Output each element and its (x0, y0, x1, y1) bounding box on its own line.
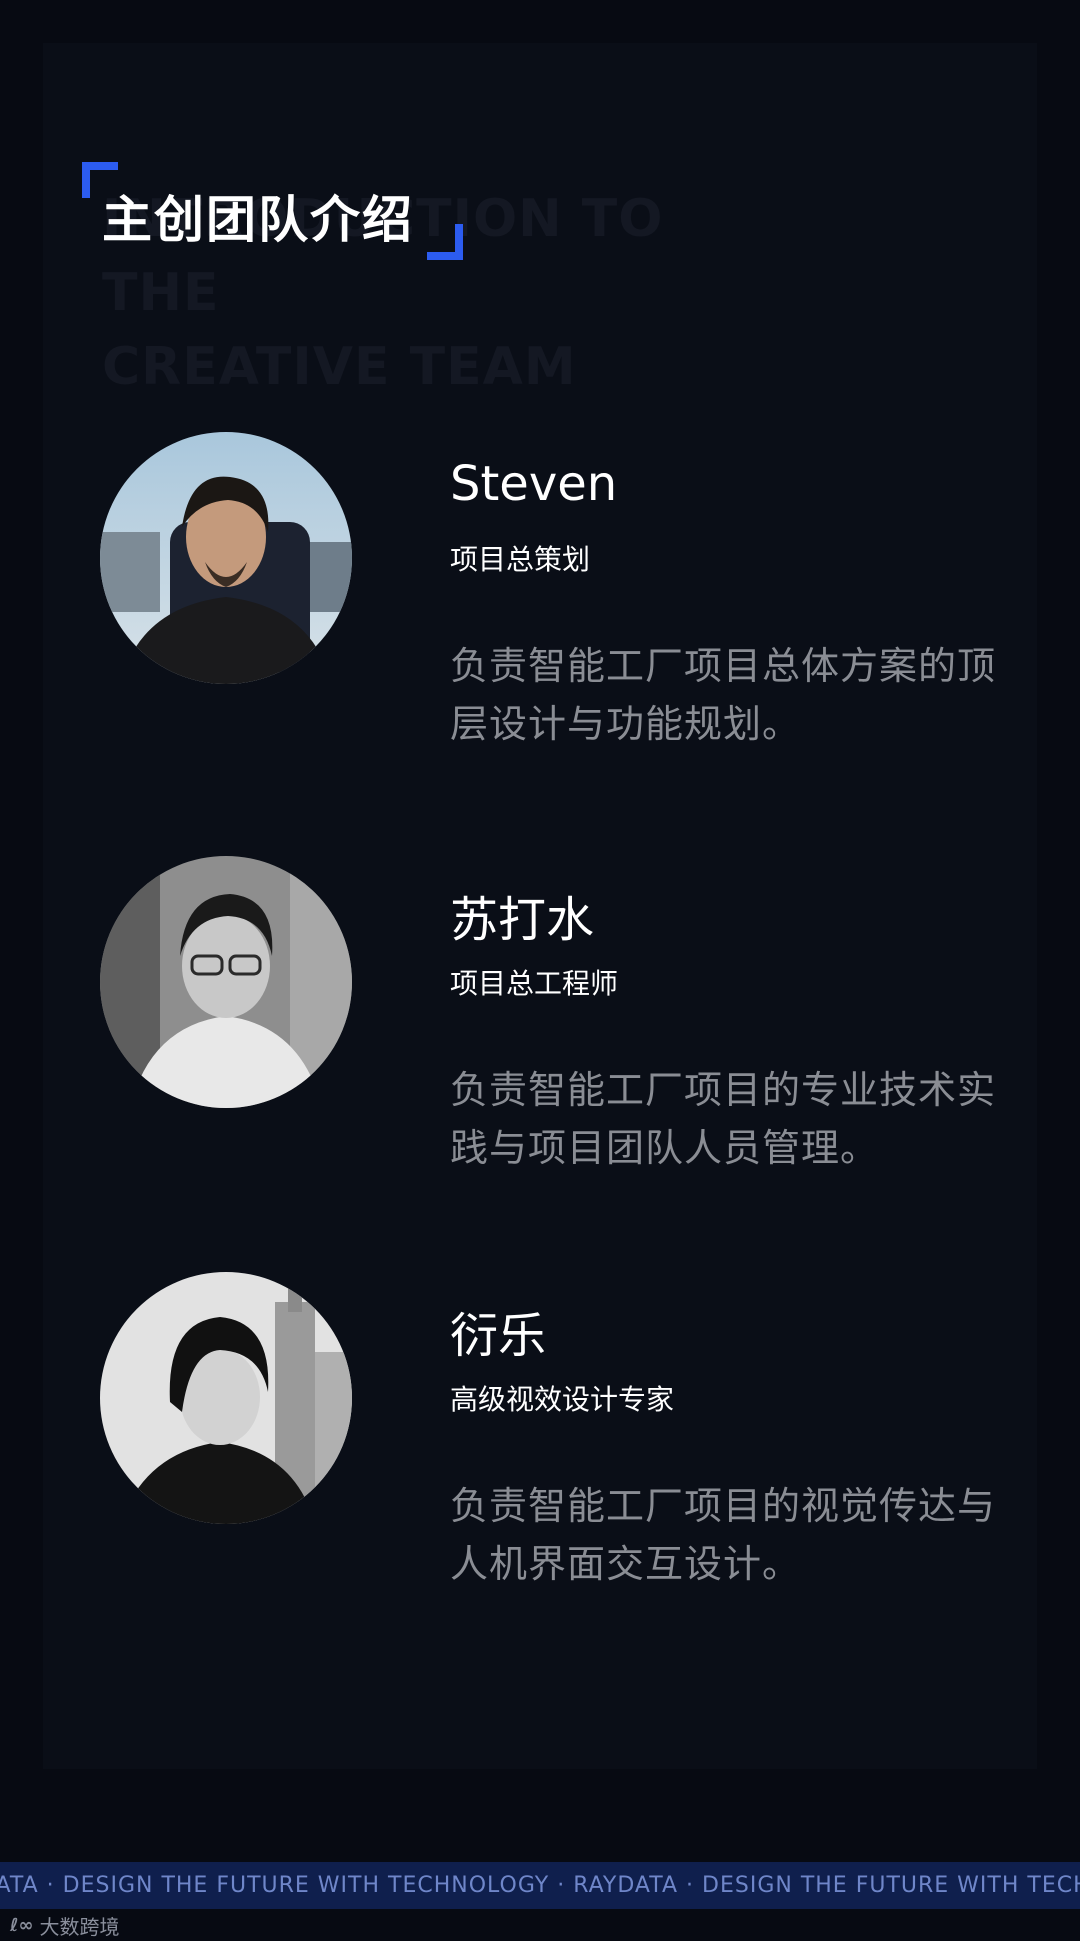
avatar (100, 432, 352, 684)
slogan-text: DATA · DESIGN THE FUTURE WITH TECHNOLOGY… (0, 1873, 1080, 1898)
portrait-photo (100, 856, 352, 1108)
portrait-photo (100, 432, 352, 684)
logo-icon: ℓ∞ (10, 1914, 34, 1936)
member-name: Steven (450, 456, 618, 512)
member-role: 高级视效设计专家 (450, 1383, 675, 1416)
member-card: Steven 项目总策划 负责智能工厂项目总体方案的顶层设计与功能规划。 (0, 432, 1080, 746)
member-card: 苏打水 项目总工程师 负责智能工厂项目的专业技术实践与项目团队人员管理。 (0, 856, 1080, 1170)
member-description: 负责智能工厂项目的视觉传达与人机界面交互设计。 (450, 1484, 997, 1586)
section-header: INTRODUCTION TO THE CREATIVE TEAM 主创团队介绍 (82, 162, 782, 397)
slogan-marquee: DATA · DESIGN THE FUTURE WITH TECHNOLOGY… (0, 1862, 1080, 1909)
member-role: 项目总工程师 (450, 967, 619, 1000)
avatar (100, 856, 352, 1108)
member-name: 苏打水 (450, 892, 595, 948)
member-description: 负责智能工厂项目的专业技术实践与项目团队人员管理。 (450, 1068, 997, 1170)
member-description: 负责智能工厂项目总体方案的顶层设计与功能规划。 (450, 644, 997, 746)
member-role: 项目总策划 (450, 543, 591, 576)
bracket-bottom-right-icon (427, 224, 463, 260)
logo-text: 大数跨境 (39, 1914, 120, 1939)
avatar (100, 1272, 352, 1524)
portrait-photo (100, 1272, 352, 1524)
brand-logo: ℓ∞ 大数跨境 (10, 1912, 120, 1939)
section-title: 主创团队介绍 (102, 191, 414, 249)
member-card: 衍乐 高级视效设计专家 负责智能工厂项目的视觉传达与人机界面交互设计。 (0, 1272, 1080, 1586)
member-name: 衍乐 (450, 1308, 547, 1364)
